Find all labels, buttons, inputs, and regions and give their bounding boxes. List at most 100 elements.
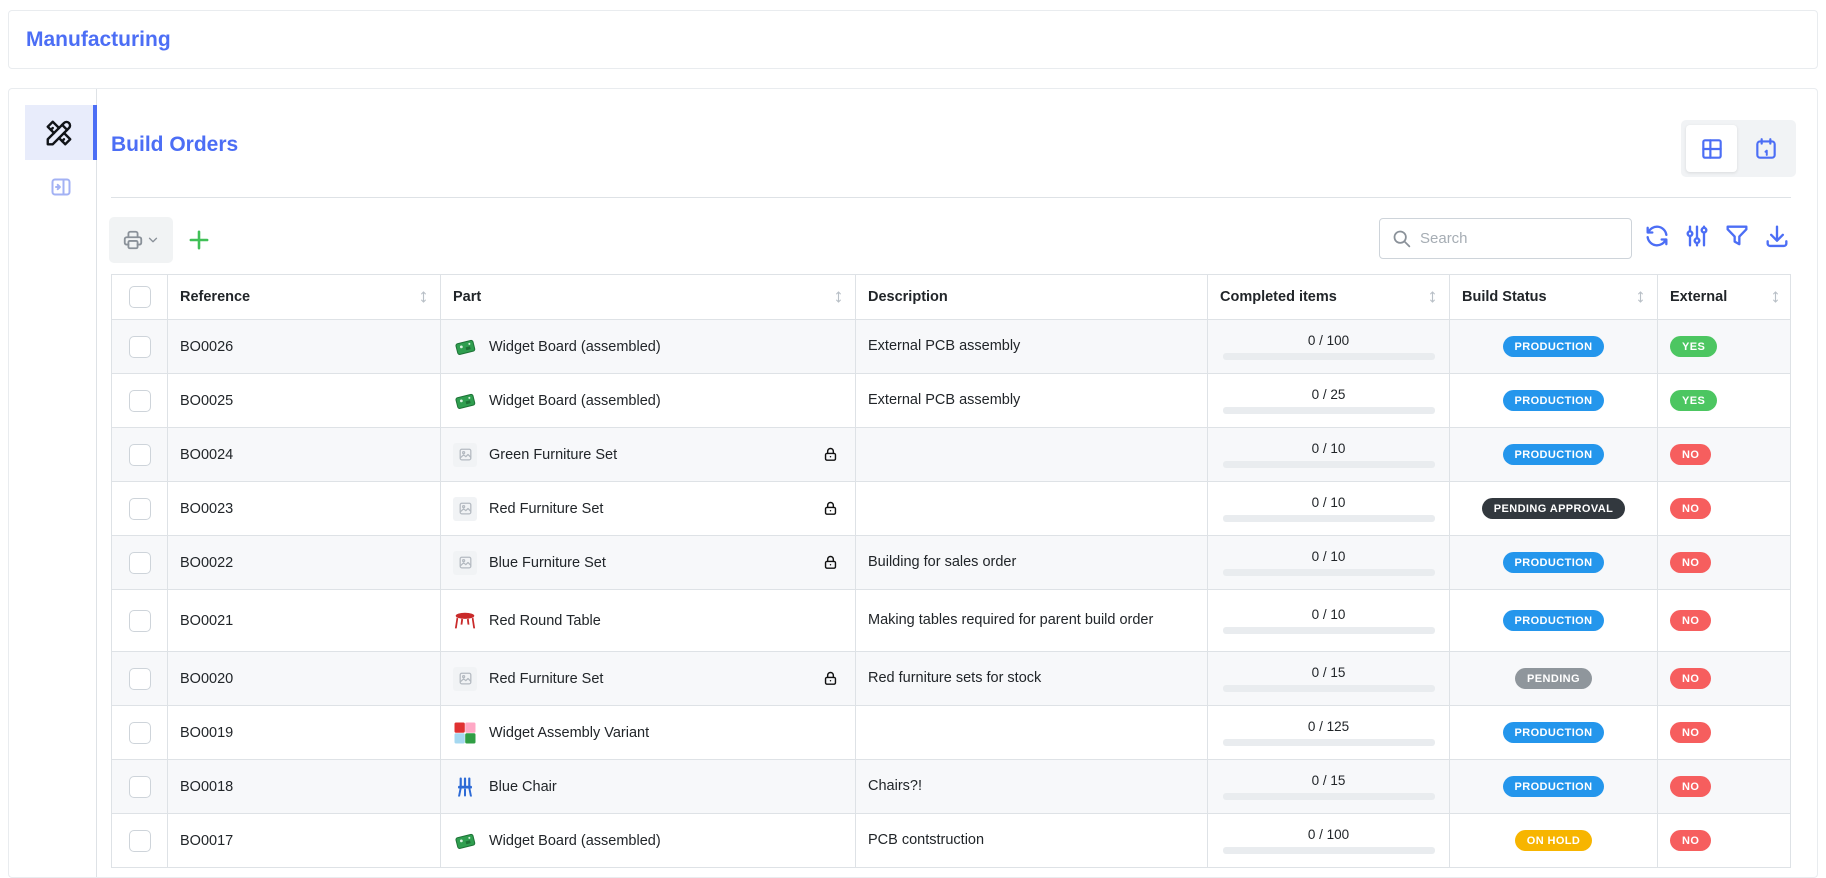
external-cell: NO bbox=[1657, 652, 1792, 705]
add-build-order-button[interactable] bbox=[185, 226, 213, 254]
row-checkbox[interactable] bbox=[129, 498, 151, 520]
column-header-build-status[interactable]: Build Status bbox=[1449, 275, 1657, 319]
row-checkbox[interactable] bbox=[129, 830, 151, 852]
row-checkbox[interactable] bbox=[129, 390, 151, 412]
column-header-external[interactable]: External bbox=[1657, 275, 1792, 319]
row-checkbox[interactable] bbox=[129, 610, 151, 632]
row-checkbox[interactable] bbox=[129, 776, 151, 798]
table-row[interactable]: BO0022 Blue Furniture Set Building for s… bbox=[112, 536, 1790, 590]
reference-cell: BO0022 bbox=[167, 536, 440, 589]
plus-icon bbox=[185, 226, 213, 254]
progress-bar bbox=[1223, 407, 1435, 414]
main-panel: Build Orders bbox=[8, 88, 1818, 878]
download-button[interactable] bbox=[1763, 221, 1793, 251]
table-grid-icon bbox=[1699, 136, 1725, 162]
row-checkbox[interactable] bbox=[129, 552, 151, 574]
row-checkbox-cell bbox=[112, 320, 167, 373]
column-header-completed-items[interactable]: Completed items bbox=[1207, 275, 1449, 319]
table-options-button[interactable] bbox=[1683, 221, 1713, 251]
completed-count-label: 0 / 15 bbox=[1312, 665, 1346, 680]
completed-count-label: 0 / 10 bbox=[1312, 607, 1346, 622]
table-header-row: ReferencePartDescriptionCompleted itemsB… bbox=[112, 275, 1790, 320]
row-checkbox-cell bbox=[112, 814, 167, 867]
select-all-checkbox[interactable] bbox=[129, 286, 151, 308]
table-row[interactable]: BO0019 Widget Assembly Variant 0 / 125 P bbox=[112, 706, 1790, 760]
pcb-thumbnail-icon bbox=[453, 335, 477, 359]
app-header: Manufacturing bbox=[8, 10, 1818, 69]
description-label: Building for sales order bbox=[868, 552, 1016, 573]
completed-count-label: 0 / 15 bbox=[1312, 773, 1346, 788]
build-status-badge: PENDING APPROVAL bbox=[1482, 498, 1625, 519]
completed-items-cell: 0 / 15 bbox=[1207, 652, 1449, 705]
lock-icon bbox=[822, 446, 839, 463]
external-cell: NO bbox=[1657, 536, 1792, 589]
build-status-badge: PENDING bbox=[1515, 668, 1592, 689]
description-cell: Making tables required for parent build … bbox=[855, 590, 1207, 651]
description-label: Making tables required for parent build … bbox=[868, 610, 1153, 631]
filter-funnel-icon bbox=[1723, 222, 1753, 250]
adjustments-sliders-icon bbox=[1683, 222, 1713, 250]
row-checkbox[interactable] bbox=[129, 668, 151, 690]
build-status-badge: PRODUCTION bbox=[1503, 776, 1605, 797]
table-row[interactable]: BO0017 Widget Board (assembled) PCB cont… bbox=[112, 814, 1790, 868]
external-badge: YES bbox=[1670, 390, 1717, 411]
progress-bar bbox=[1223, 353, 1435, 360]
build-status-cell: PENDING bbox=[1449, 652, 1657, 705]
refresh-button[interactable] bbox=[1643, 221, 1673, 251]
reference-cell: BO0026 bbox=[167, 320, 440, 373]
reference-label: BO0020 bbox=[180, 671, 233, 687]
reference-cell: BO0019 bbox=[167, 706, 440, 759]
completed-items-cell: 0 / 100 bbox=[1207, 814, 1449, 867]
calendar-view-button[interactable] bbox=[1740, 125, 1791, 172]
sidebar-item-build-orders[interactable] bbox=[25, 105, 97, 160]
reference-cell: BO0024 bbox=[167, 428, 440, 481]
part-cell: Green Furniture Set bbox=[440, 428, 855, 481]
description-label: External PCB assembly bbox=[868, 390, 1020, 411]
column-header-part[interactable]: Part bbox=[440, 275, 855, 319]
build-status-cell: PRODUCTION bbox=[1449, 374, 1657, 427]
column-header-description: Description bbox=[855, 275, 1207, 319]
completed-items-cell: 0 / 100 bbox=[1207, 320, 1449, 373]
table-row[interactable]: BO0021 Red Round Table Making tables req… bbox=[112, 590, 1790, 652]
row-checkbox[interactable] bbox=[129, 336, 151, 358]
column-header-reference[interactable]: Reference bbox=[167, 275, 440, 319]
description-cell bbox=[855, 706, 1207, 759]
table-row[interactable]: BO0018 Blue Chair Chairs?! 0 / 15 PRODUC… bbox=[112, 760, 1790, 814]
filter-button[interactable] bbox=[1723, 221, 1753, 251]
build-status-cell: PRODUCTION bbox=[1449, 590, 1657, 651]
print-button[interactable] bbox=[109, 217, 173, 263]
progress-bar bbox=[1223, 685, 1435, 692]
build-status-badge: PRODUCTION bbox=[1503, 390, 1605, 411]
build-status-cell: PRODUCTION bbox=[1449, 536, 1657, 589]
external-cell: NO bbox=[1657, 590, 1792, 651]
progress-bar bbox=[1223, 461, 1435, 468]
panel-divider bbox=[111, 197, 1791, 198]
completed-items-cell: 0 / 10 bbox=[1207, 428, 1449, 481]
sidebar-expand-button[interactable] bbox=[25, 166, 97, 208]
reference-label: BO0021 bbox=[180, 613, 233, 629]
external-badge: NO bbox=[1670, 444, 1711, 465]
row-checkbox[interactable] bbox=[129, 722, 151, 744]
table-view-button[interactable] bbox=[1686, 125, 1737, 172]
table-row[interactable]: BO0020 Red Furniture Set Red furniture s… bbox=[112, 652, 1790, 706]
placeholder-image-icon bbox=[453, 667, 477, 691]
completed-count-label: 0 / 125 bbox=[1308, 719, 1349, 734]
table-row[interactable]: BO0024 Green Furniture Set 0 / 10 PRODUC bbox=[112, 428, 1790, 482]
search-input[interactable] bbox=[1420, 230, 1610, 247]
description-label: Chairs?! bbox=[868, 776, 922, 797]
table-row[interactable]: BO0026 Widget Board (assembled) External… bbox=[112, 320, 1790, 374]
table-row[interactable]: BO0023 Red Furniture Set 0 / 10 PENDING bbox=[112, 482, 1790, 536]
external-cell: NO bbox=[1657, 428, 1792, 481]
completed-count-label: 0 / 10 bbox=[1312, 495, 1346, 510]
part-cell: Red Furniture Set bbox=[440, 652, 855, 705]
part-name-label: Widget Assembly Variant bbox=[489, 725, 649, 741]
external-cell: YES bbox=[1657, 320, 1792, 373]
progress-bar bbox=[1223, 515, 1435, 522]
row-checkbox[interactable] bbox=[129, 444, 151, 466]
panel-sidebar bbox=[9, 89, 97, 877]
progress-bar bbox=[1223, 793, 1435, 800]
row-checkbox-cell bbox=[112, 706, 167, 759]
table-row[interactable]: BO0025 Widget Board (assembled) External… bbox=[112, 374, 1790, 428]
completed-items-cell: 0 / 10 bbox=[1207, 590, 1449, 651]
description-cell: Chairs?! bbox=[855, 760, 1207, 813]
